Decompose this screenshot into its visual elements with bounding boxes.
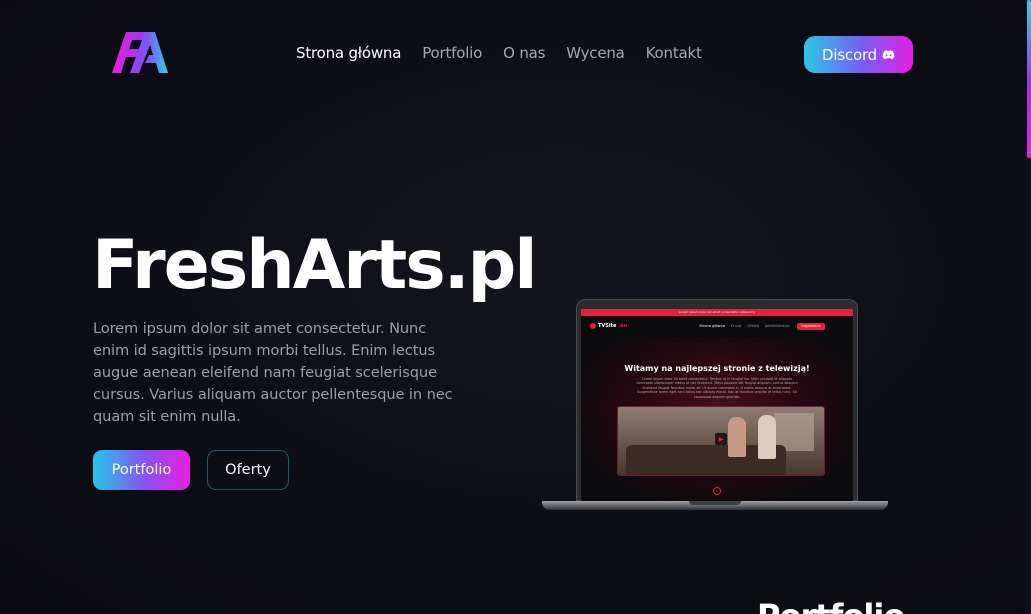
discord-button[interactable]: Discord (804, 36, 913, 73)
preview-login-button: Logowanie (797, 322, 825, 330)
preview-link: Strona główna (699, 324, 726, 328)
portfolio-button[interactable]: Portfolio (93, 450, 190, 490)
preview-image-person (728, 417, 746, 457)
preview-heading: Witamy na najlepszej stronie z telewizją… (624, 364, 810, 373)
hero-description: Lorem ipsum dolor sit amet consectetur. … (93, 320, 453, 425)
offers-button[interactable]: Oferty (207, 450, 289, 490)
hero-title: FreshArts.pl (92, 226, 538, 305)
page-scrollbar[interactable] (1026, 0, 1031, 614)
laptop-notch (689, 501, 741, 505)
portfolio-section-title: Portfolio (757, 596, 905, 614)
site-logo-icon[interactable] (112, 30, 168, 74)
preview-body-text: Lorem ipsum dolor sit amet consectetur. … (636, 377, 798, 399)
preview-logo-tld: .eu (618, 323, 628, 329)
preview-logo-icon (590, 323, 596, 329)
website-preview-screen: Lorem ipsum dolor sit amet consectetur a… (581, 309, 853, 501)
laptop-mockup: Lorem ipsum dolor sit amet consectetur a… (542, 299, 888, 512)
nav-item-pricing[interactable]: Wycena (566, 43, 625, 63)
nav-item-home[interactable]: Strona główna (296, 43, 401, 63)
preview-image-person (758, 415, 776, 459)
main-nav: Strona główna Portfolio O nas Wycena Kon… (296, 43, 702, 63)
nav-item-portfolio[interactable]: Portfolio (422, 43, 482, 63)
play-icon: ▶ (715, 433, 727, 445)
preview-link: O nas (731, 324, 742, 328)
preview-logo: TVSite .eu (590, 323, 627, 329)
preview-hero-image: ▶ (617, 406, 825, 476)
preview-link: Oferta (747, 324, 759, 328)
preview-scroll-icon (713, 487, 721, 495)
preview-nav: TVSite .eu Strona główna O nas Oferta Adm… (581, 316, 853, 336)
scrollbar-thumb[interactable] (1027, 0, 1031, 158)
discord-button-label: Discord (822, 45, 877, 64)
preview-link: Administracja (764, 324, 790, 328)
nav-item-contact[interactable]: Kontakt (646, 43, 702, 63)
discord-icon (882, 46, 895, 64)
preview-topbar: Lorem ipsum dolor sit amet consectetur a… (581, 309, 853, 316)
laptop-lid: Lorem ipsum dolor sit amet consectetur a… (576, 299, 858, 501)
preview-nav-links: Strona główna O nas Oferta Administracja (699, 324, 789, 328)
preview-logo-text: TVSite (598, 323, 617, 329)
nav-item-about[interactable]: O nas (503, 43, 545, 63)
